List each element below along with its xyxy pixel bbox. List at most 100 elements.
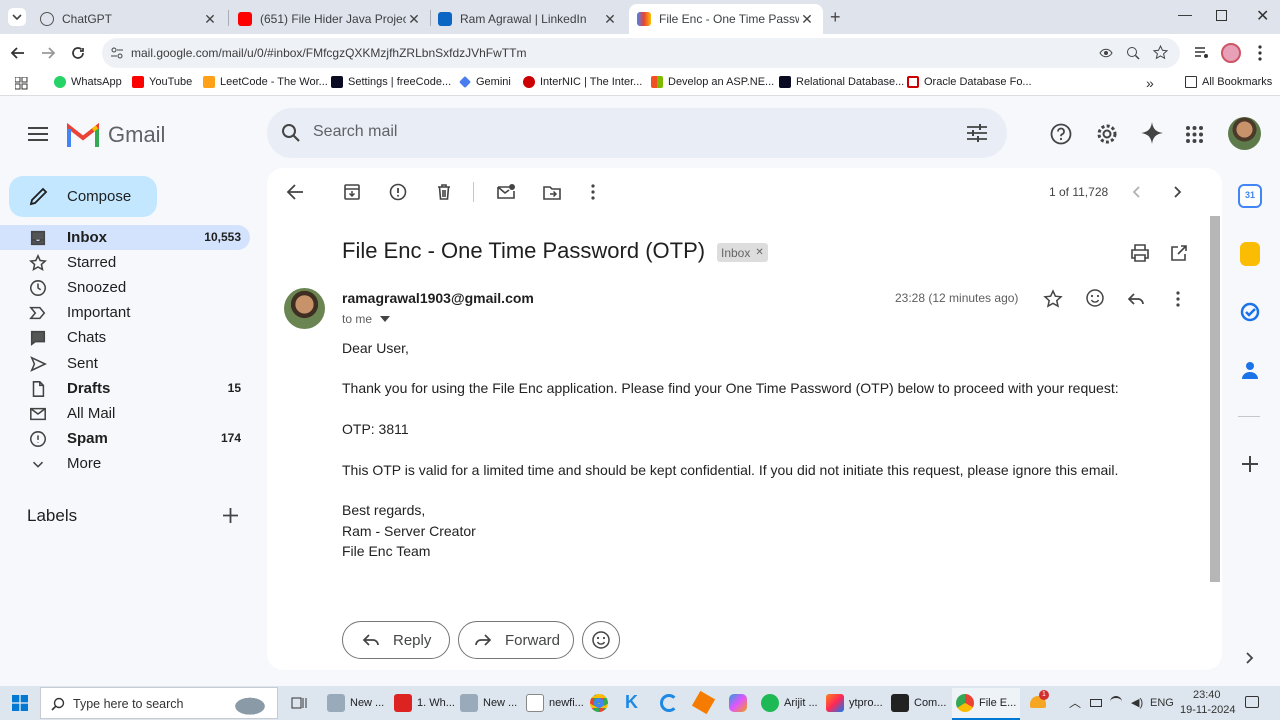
sidebar-item-chats[interactable]: Chats: [0, 325, 250, 350]
bookmark-youtube[interactable]: YouTube: [132, 76, 192, 88]
star-icon[interactable]: [1043, 289, 1063, 309]
archive-icon[interactable]: [342, 182, 362, 202]
sidebar-item-all-mail[interactable]: All Mail: [0, 401, 250, 426]
sidebar-item-more[interactable]: More: [0, 451, 250, 476]
zoom-icon[interactable]: [1126, 46, 1140, 60]
notification-center-icon[interactable]: [1245, 696, 1259, 708]
close-tab-icon[interactable]: ✕: [602, 11, 618, 28]
google-tasks-icon[interactable]: [1240, 302, 1260, 322]
bookmark-freecodecamp[interactable]: Settings | freeCode...: [331, 76, 451, 88]
recipient-details-caret-icon[interactable]: [380, 316, 391, 322]
apps-grid-icon[interactable]: [15, 77, 28, 90]
scrollbar-thumb[interactable]: [1210, 216, 1220, 582]
bookmark-whatsapp[interactable]: WhatsApp: [54, 76, 122, 88]
taskbar-search-box[interactable]: Type here to search: [40, 687, 278, 719]
taskbar-app[interactable]: New ...: [460, 691, 517, 715]
bookmark-leetcode[interactable]: LeetCode - The Wor...: [203, 76, 328, 88]
eye-icon[interactable]: [1099, 46, 1113, 60]
google-calendar-icon[interactable]: 31: [1238, 184, 1262, 208]
sender-email[interactable]: ramagrawal1903@gmail.com: [342, 290, 534, 306]
older-chevron-icon[interactable]: [1167, 182, 1187, 202]
delete-trash-icon[interactable]: [434, 182, 454, 202]
emoji-reaction-button[interactable]: [582, 621, 620, 659]
app-icon-box[interactable]: [691, 690, 716, 715]
inbox-label-chip[interactable]: Inbox ✕: [717, 243, 768, 262]
newer-chevron-icon[interactable]: [1127, 182, 1147, 202]
address-bar[interactable]: mail.google.com/mail/u/0/#inbox/FMfcgzQX…: [102, 38, 1180, 68]
maximize-window-button[interactable]: [1216, 10, 1227, 21]
media-control-icon[interactable]: [1194, 46, 1210, 60]
gmail-logo-icon[interactable]: [67, 123, 99, 147]
bookmark-star-icon[interactable]: [1153, 45, 1168, 60]
chrome-taskbar-icon[interactable]: [590, 694, 608, 712]
reload-icon[interactable]: [70, 45, 86, 61]
forward-button[interactable]: Forward: [458, 621, 574, 659]
close-tab-icon[interactable]: ✕: [799, 11, 815, 28]
back-arrow-icon[interactable]: [10, 45, 26, 61]
taskbar-app[interactable]: newfi...: [526, 691, 584, 715]
browser-menu-icon[interactable]: [1256, 44, 1264, 62]
taskbar-app-intellij[interactable]: ytpro...: [826, 691, 883, 715]
search-options-icon[interactable]: [967, 124, 987, 142]
sidebar-item-spam[interactable]: Spam 174: [0, 426, 250, 451]
search-icon[interactable]: [281, 123, 301, 143]
more-bookmarks-icon[interactable]: »: [1146, 75, 1154, 91]
taskbar-app[interactable]: 1. Wh...: [394, 691, 455, 715]
add-label-icon[interactable]: [223, 508, 238, 523]
close-tab-icon[interactable]: ✕: [202, 11, 218, 28]
sidebar-item-important[interactable]: Important: [0, 300, 250, 325]
taskbar-app-spotify[interactable]: Arijit ...: [761, 691, 818, 715]
bookmark-gemini[interactable]: Gemini: [459, 76, 511, 88]
tab-linkedin[interactable]: Ram Agrawal | LinkedIn ✕: [430, 4, 626, 34]
reply-arrow-icon[interactable]: [1126, 289, 1146, 309]
bookmark-oracle[interactable]: Oracle Database Fo...: [907, 76, 1032, 88]
tab-youtube[interactable]: (651) File Hider Java Project [Un ✕: [230, 4, 430, 34]
search-bar[interactable]: Search mail: [267, 108, 1007, 158]
taskbar-app[interactable]: New ...: [327, 691, 384, 715]
google-apps-icon[interactable]: [1186, 126, 1203, 143]
sidebar-item-sent[interactable]: Sent: [0, 351, 250, 376]
sidebar-item-snoozed[interactable]: Snoozed: [0, 275, 250, 300]
site-info-icon[interactable]: [110, 46, 124, 60]
bookmark-internic[interactable]: InterNIC | The Inter...: [523, 76, 642, 88]
search-input[interactable]: Search mail: [313, 123, 397, 141]
main-menu-icon[interactable]: [28, 126, 48, 142]
bookmark-relational-db[interactable]: Relational Database...: [779, 76, 904, 88]
app-icon-k[interactable]: K: [625, 692, 638, 713]
network-icon[interactable]: [1110, 696, 1122, 708]
tab-search-button[interactable]: [8, 8, 26, 26]
emoji-react-icon[interactable]: [1085, 288, 1105, 308]
remove-label-icon[interactable]: ✕: [755, 247, 763, 258]
get-addons-plus-icon[interactable]: [1242, 456, 1258, 472]
report-spam-icon[interactable]: [388, 182, 408, 202]
new-tab-button[interactable]: +: [830, 7, 841, 28]
all-bookmarks-folder[interactable]: All Bookmarks: [1185, 76, 1272, 88]
minimize-window-button[interactable]: —: [1178, 6, 1192, 22]
tab-gmail-active[interactable]: File Enc - One Time Password (O ✕: [629, 4, 823, 34]
bookmark-aspnet[interactable]: Develop an ASP.NE...: [651, 76, 774, 88]
recipient-line[interactable]: to me: [342, 312, 391, 326]
google-contacts-icon[interactable]: [1241, 360, 1259, 380]
help-icon[interactable]: [1050, 123, 1072, 145]
open-new-window-icon[interactable]: [1169, 243, 1189, 263]
sender-avatar[interactable]: [284, 288, 325, 329]
taskbar-app-terminal[interactable]: Com...: [891, 691, 946, 715]
windows-start-icon[interactable]: [12, 695, 28, 711]
settings-gear-icon[interactable]: [1096, 123, 1118, 145]
profile-avatar-small[interactable]: [1221, 43, 1241, 63]
move-to-folder-icon[interactable]: [542, 182, 562, 202]
message-more-options-icon[interactable]: [1168, 289, 1188, 309]
sidebar-item-inbox[interactable]: Inbox 10,553: [0, 225, 250, 250]
app-icon-copilot[interactable]: [729, 694, 747, 712]
sidebar-item-starred[interactable]: Starred: [0, 250, 250, 275]
tab-chatgpt[interactable]: ChatGPT ✕: [32, 4, 226, 34]
volume-icon[interactable]: ◀): [1131, 696, 1143, 709]
print-icon[interactable]: [1130, 243, 1150, 263]
task-view-icon[interactable]: [291, 695, 307, 711]
google-keep-icon[interactable]: [1240, 242, 1260, 266]
mark-unread-icon[interactable]: [496, 182, 516, 202]
clock-date[interactable]: 19-11-2024: [1180, 704, 1235, 716]
app-icon-sync[interactable]: [660, 694, 678, 712]
sidebar-item-drafts[interactable]: Drafts 15: [0, 376, 250, 401]
back-to-inbox-icon[interactable]: [285, 182, 305, 202]
